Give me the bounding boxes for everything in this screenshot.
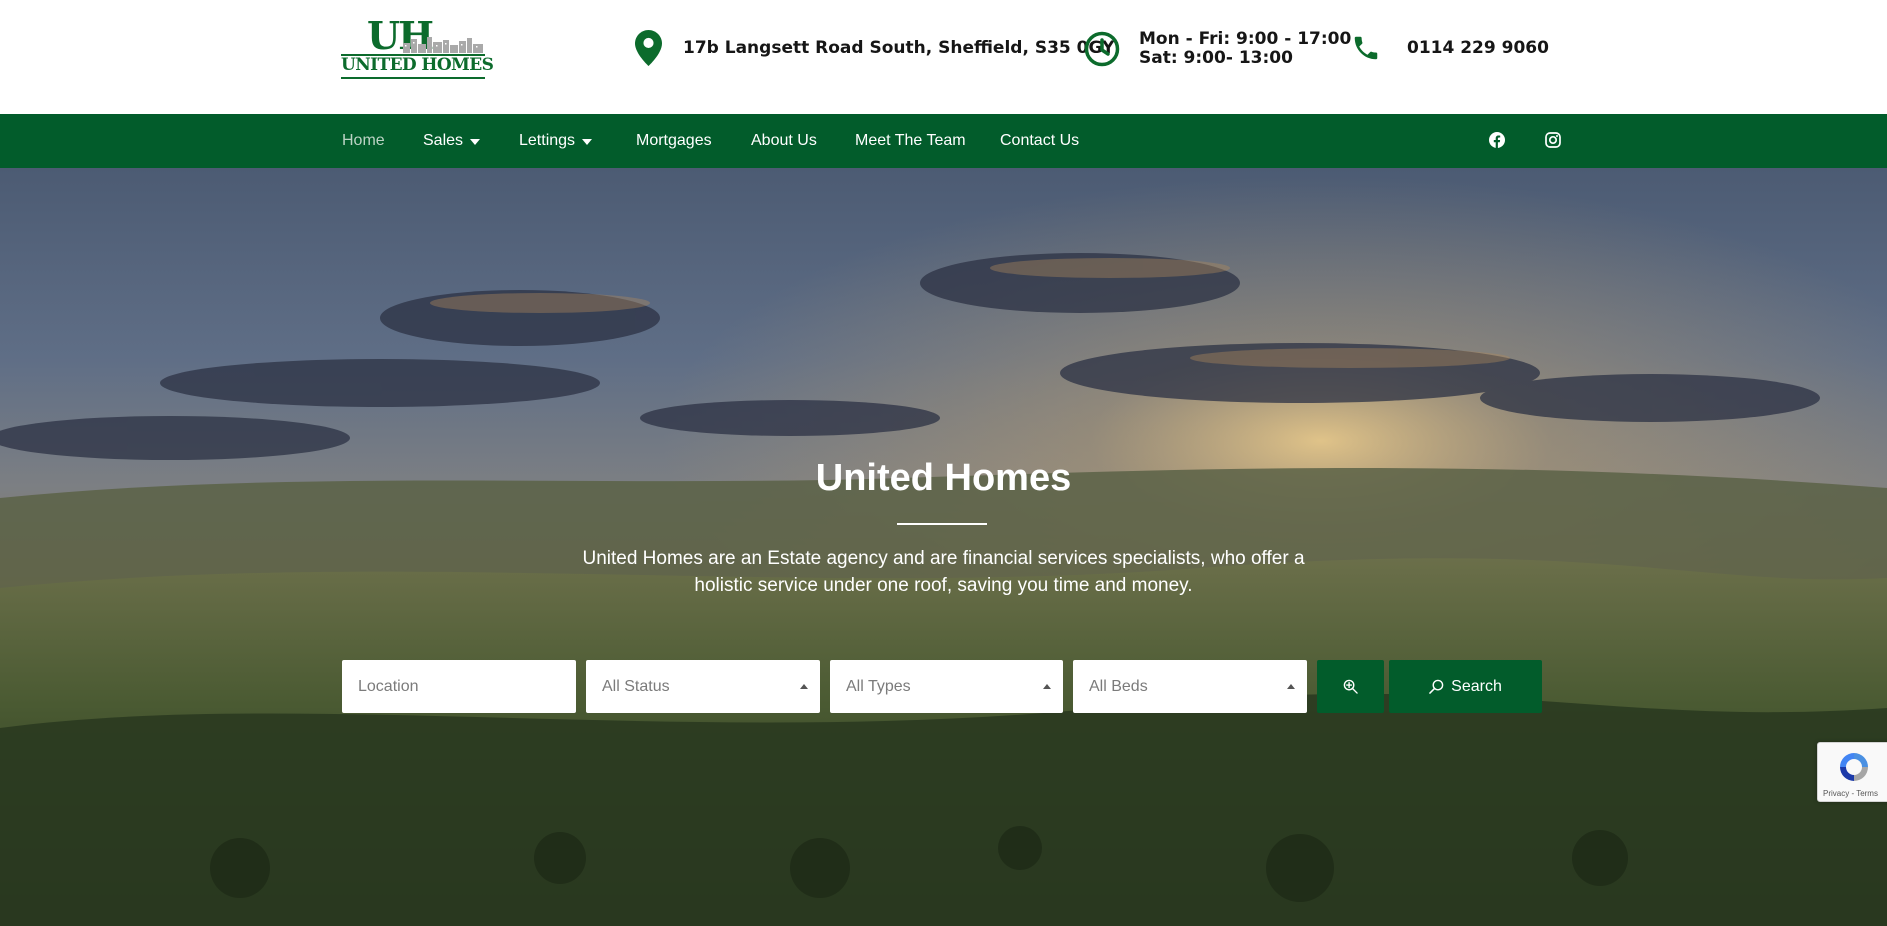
status-select-value: All Status [602,677,670,695]
beds-select[interactable]: All Beds [1073,660,1307,713]
select-arrow-icon [1043,684,1051,689]
recaptcha-legal-links[interactable]: Privacy - Terms [1823,789,1878,798]
top-header: UH UNITED HOMES 17b Langsett Road South,… [0,0,1887,114]
nav-home-label: Home [342,132,385,149]
chevron-down-icon [582,139,593,145]
recaptcha-badge[interactable]: Privacy - Terms [1817,742,1887,802]
advanced-search-button[interactable] [1317,660,1384,713]
type-select-value: All Types [846,677,911,695]
nav-sales-label: Sales [423,132,464,149]
select-arrow-icon [800,684,808,689]
select-arrow-icon [1287,684,1295,689]
hours-weekday: Mon - Fri: 9:00 - 17:00 [1139,29,1352,49]
clock-icon [1083,31,1121,67]
phone-number[interactable]: 0114 229 9060 [1407,38,1549,58]
logo-rule-bottom [341,77,485,79]
hours-saturday: Sat: 9:00- 13:00 [1139,48,1293,68]
chevron-down-icon [470,139,481,145]
company-logo[interactable]: UH UNITED HOMES [341,17,494,83]
zoom-in-icon [1343,679,1358,694]
phone-icon [1350,33,1382,63]
status-select[interactable]: All Status [586,660,820,713]
nav-about-us[interactable]: About Us [751,114,817,168]
logo-text: UNITED HOMES [341,55,494,75]
map-pin-icon [633,30,663,66]
recaptcha-logo-icon [1840,753,1868,781]
nav-lettings[interactable]: Lettings [519,114,593,168]
hero-title: United Homes [815,457,1072,499]
facebook-icon[interactable] [1488,131,1506,149]
nav-mortgages[interactable]: Mortgages [636,114,712,168]
nav-lettings-label: Lettings [519,132,576,149]
main-navigation: Home Sales Lettings Mortgages About Us M… [0,114,1887,168]
beds-select-value: All Beds [1089,677,1148,695]
nav-contact-us-label: Contact Us [1000,132,1080,149]
location-input[interactable] [358,677,576,696]
nav-meet-the-team[interactable]: Meet The Team [855,114,966,168]
search-button-label: Search [1451,677,1502,695]
nav-meet-the-team-label: Meet The Team [855,132,966,149]
nav-home[interactable]: Home [342,114,385,168]
opening-hours-block: Mon - Fri: 9:00 - 17:00 Sat: 9:00- 13:00 [1083,26,1351,72]
nav-about-us-label: About Us [751,132,817,149]
nav-contact-us[interactable]: Contact Us [1000,114,1079,168]
opening-hours-lines: Mon - Fri: 9:00 - 17:00 Sat: 9:00- 13:00 [1139,30,1351,68]
type-select[interactable]: All Types [830,660,1063,713]
hero-section: United Homes United Homes are an Estate … [0,168,1887,926]
search-button[interactable]: Search [1389,660,1542,713]
instagram-icon[interactable] [1544,131,1562,149]
search-icon [1429,679,1444,694]
hero-description: United Homes are an Estate agency and ar… [582,548,1305,596]
title-divider [897,523,987,525]
address-text: 17b Langsett Road South, Sheffield, S35 … [683,38,1115,58]
nav-mortgages-label: Mortgages [636,132,712,149]
location-field[interactable] [342,660,576,713]
skyline-icon [403,37,483,53]
phone-block[interactable]: 0114 229 9060 [1350,28,1549,68]
nav-sales[interactable]: Sales [423,114,481,168]
address-block: 17b Langsett Road South, Sheffield, S35 … [633,28,1114,68]
